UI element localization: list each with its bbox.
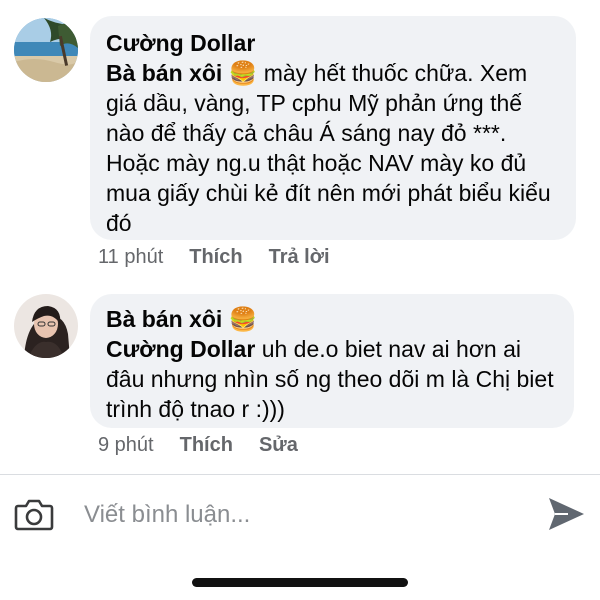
mention-tag[interactable]: Bà bán xôi 🍔 [106, 60, 257, 86]
beach-avatar-image [14, 18, 78, 82]
comment-thread-screen: Cường Dollar Bà bán xôi 🍔 mày hết thuốc … [0, 0, 600, 600]
comment-body: mày hết thuốc chữa. Xem giá dầu, vàng, T… [106, 60, 551, 236]
like-button[interactable]: Thích [189, 246, 242, 269]
mention-tag[interactable]: Cường Dollar [106, 336, 255, 362]
comment-time: 9 phút [98, 434, 154, 456]
comment-author[interactable]: Cường Dollar [106, 28, 560, 58]
avatar[interactable] [14, 294, 78, 358]
profile-avatar-image [14, 294, 78, 358]
like-button[interactable]: Thích [180, 434, 233, 457]
comment-time: 11 phút [98, 246, 164, 268]
comment-meta: 9 phút Thích Sửa [98, 434, 298, 457]
edit-button[interactable]: Sửa [259, 434, 298, 457]
comment-meta: 11 phút Thích Trả lời [98, 246, 330, 269]
home-indicator [192, 578, 408, 587]
reply-button[interactable]: Trả lời [269, 246, 330, 269]
comment-text: Bà bán xôi 🍔 mày hết thuốc chữa. Xem giá… [106, 58, 560, 238]
comment-text: Cường Dollar uh de.o biet nav ai hơn ai … [106, 334, 558, 424]
camera-icon[interactable] [14, 496, 54, 532]
comment-author[interactable]: Bà bán xôi 🍔 [106, 304, 558, 334]
send-icon[interactable] [546, 495, 586, 533]
comment-input[interactable] [84, 497, 504, 533]
comment-bubble: Bà bán xôi 🍔 Cường Dollar uh de.o biet n… [90, 294, 574, 428]
comment-composer [0, 475, 600, 555]
comment-bubble: Cường Dollar Bà bán xôi 🍔 mày hết thuốc … [90, 16, 576, 240]
avatar[interactable] [14, 18, 78, 82]
